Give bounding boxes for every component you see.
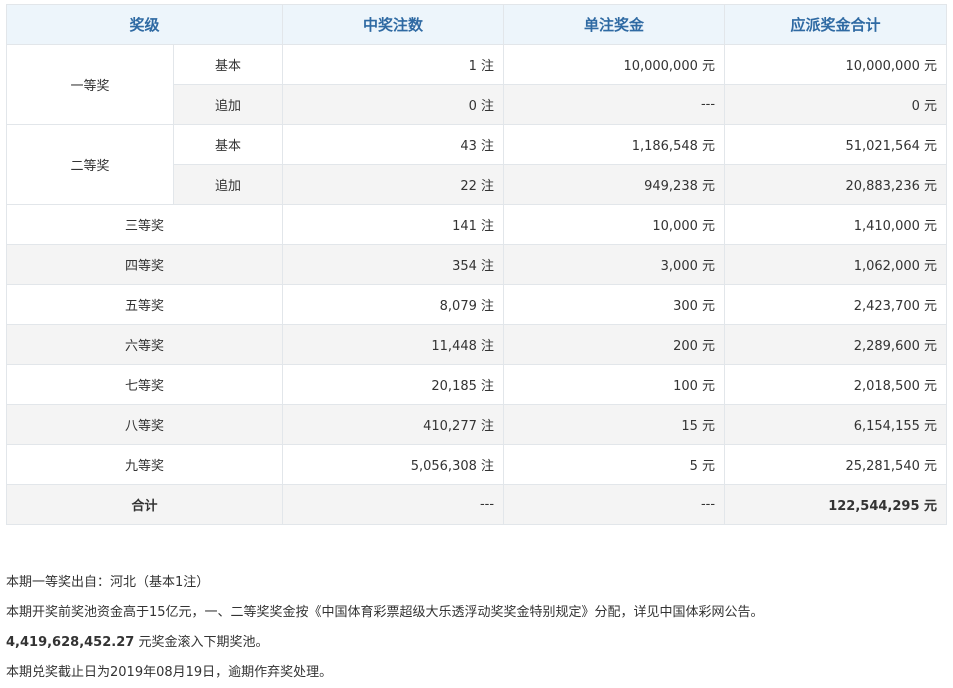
total-prize: 51,021,564 元 bbox=[724, 124, 948, 165]
distribution-rule: 本期开奖前奖池资金高于15亿元，一、二等奖奖金按《中国体育彩票超级大乐透浮动奖奖… bbox=[6, 605, 764, 620]
win-count: 22 注 bbox=[282, 164, 505, 205]
first-prize-origin: 本期一等奖出自：河北（基本1注） bbox=[6, 575, 210, 590]
prize-level: 七等奖 bbox=[5, 364, 284, 405]
single-prize: 300 元 bbox=[503, 284, 726, 325]
sub-level: 基本 bbox=[172, 44, 284, 85]
win-count: 20,185 注 bbox=[282, 364, 505, 405]
total-prize: 2,018,500 元 bbox=[724, 364, 948, 405]
single-prize: 100 元 bbox=[503, 364, 726, 405]
win-count: 5,056,308 注 bbox=[282, 444, 505, 485]
total-prize: 1,062,000 元 bbox=[724, 244, 948, 285]
pool-rollover: 4,419,628,452.27 元奖金滚入下期奖池。 bbox=[6, 628, 946, 658]
table-row: 三等奖 141 注 10,000 元 1,410,000 元 bbox=[5, 204, 948, 245]
prize-level-second: 二等奖 bbox=[6, 124, 174, 205]
pool-text: 元奖金滚入下期奖池。 bbox=[134, 635, 269, 650]
win-count: 43 注 bbox=[282, 124, 505, 165]
total-prize: 2,289,600 元 bbox=[724, 324, 948, 365]
total-count: --- bbox=[282, 484, 505, 525]
win-count: 410,277 注 bbox=[282, 404, 505, 445]
win-count: 1 注 bbox=[282, 44, 505, 85]
single-prize: 15 元 bbox=[503, 404, 726, 445]
win-count: 11,448 注 bbox=[282, 324, 505, 365]
win-count: 0 注 bbox=[282, 84, 505, 125]
header-single: 单注奖金 bbox=[503, 4, 726, 45]
total-prize: 10,000,000 元 bbox=[724, 44, 948, 85]
single-prize: 949,238 元 bbox=[503, 164, 726, 205]
table-row: 九等奖 5,056,308 注 5 元 25,281,540 元 bbox=[5, 444, 948, 485]
header-total: 应派奖金合计 bbox=[724, 4, 948, 45]
grand-total: 122,544,295 元 bbox=[724, 484, 948, 525]
win-count: 8,079 注 bbox=[282, 284, 505, 325]
total-prize: 0 元 bbox=[724, 84, 948, 125]
table-row: 七等奖 20,185 注 100 元 2,018,500 元 bbox=[5, 364, 948, 405]
notes-section: 本期一等奖出自：河北（基本1注） 本期开奖前奖池资金高于15亿元，一、二等奖奖金… bbox=[6, 568, 946, 688]
total-single: --- bbox=[503, 484, 726, 525]
total-label: 合计 bbox=[5, 484, 284, 525]
table-row: 二等奖 基本 43 注 1,186,548 元 51,021,564 元 bbox=[6, 124, 948, 205]
sub-level: 追加 bbox=[172, 84, 284, 125]
prize-level: 五等奖 bbox=[5, 284, 284, 325]
table-row: 五等奖 8,079 注 300 元 2,423,700 元 bbox=[5, 284, 948, 325]
sub-level: 基本 bbox=[172, 124, 284, 165]
win-count: 141 注 bbox=[282, 204, 505, 245]
prize-level: 八等奖 bbox=[5, 404, 284, 445]
total-prize: 20,883,236 元 bbox=[724, 164, 948, 205]
single-prize: 1,186,548 元 bbox=[503, 124, 726, 165]
lottery-result-page: 奖级 中奖注数 单注奖金 应派奖金合计 一等奖 基本 1 注 10,000,00… bbox=[0, 0, 953, 684]
single-prize: 10,000 元 bbox=[503, 204, 726, 245]
single-prize: 10,000,000 元 bbox=[503, 44, 726, 85]
single-prize: --- bbox=[503, 84, 726, 125]
total-prize: 1,410,000 元 bbox=[724, 204, 948, 245]
prize-level: 六等奖 bbox=[5, 324, 284, 365]
total-prize: 6,154,155 元 bbox=[724, 404, 948, 445]
single-prize: 200 元 bbox=[503, 324, 726, 365]
prize-table: 奖级 中奖注数 单注奖金 应派奖金合计 一等奖 基本 1 注 10,000,00… bbox=[5, 4, 948, 525]
sub-level: 追加 bbox=[172, 164, 284, 205]
table-row: 四等奖 354 注 3,000 元 1,062,000 元 bbox=[5, 244, 948, 285]
single-prize: 5 元 bbox=[503, 444, 726, 485]
table-row: 六等奖 11,448 注 200 元 2,289,600 元 bbox=[5, 324, 948, 365]
table-row: 一等奖 基本 1 注 10,000,000 元 10,000,000 元 bbox=[6, 44, 948, 125]
table-row: 八等奖 410,277 注 15 元 6,154,155 元 bbox=[5, 404, 948, 445]
total-prize: 25,281,540 元 bbox=[724, 444, 948, 485]
header-count: 中奖注数 bbox=[282, 4, 505, 45]
pool-amount: 4,419,628,452.27 bbox=[6, 635, 135, 650]
prize-level: 三等奖 bbox=[5, 204, 284, 245]
table-total-row: 合计 --- --- 122,544,295 元 bbox=[5, 484, 948, 525]
table-header-row: 奖级 中奖注数 单注奖金 应派奖金合计 bbox=[5, 4, 948, 45]
prize-level: 四等奖 bbox=[5, 244, 284, 285]
prize-level: 九等奖 bbox=[5, 444, 284, 485]
single-prize: 3,000 元 bbox=[503, 244, 726, 285]
total-prize: 2,423,700 元 bbox=[724, 284, 948, 325]
header-level: 奖级 bbox=[5, 4, 284, 45]
prize-level-first: 一等奖 bbox=[6, 44, 174, 125]
win-count: 354 注 bbox=[282, 244, 505, 285]
